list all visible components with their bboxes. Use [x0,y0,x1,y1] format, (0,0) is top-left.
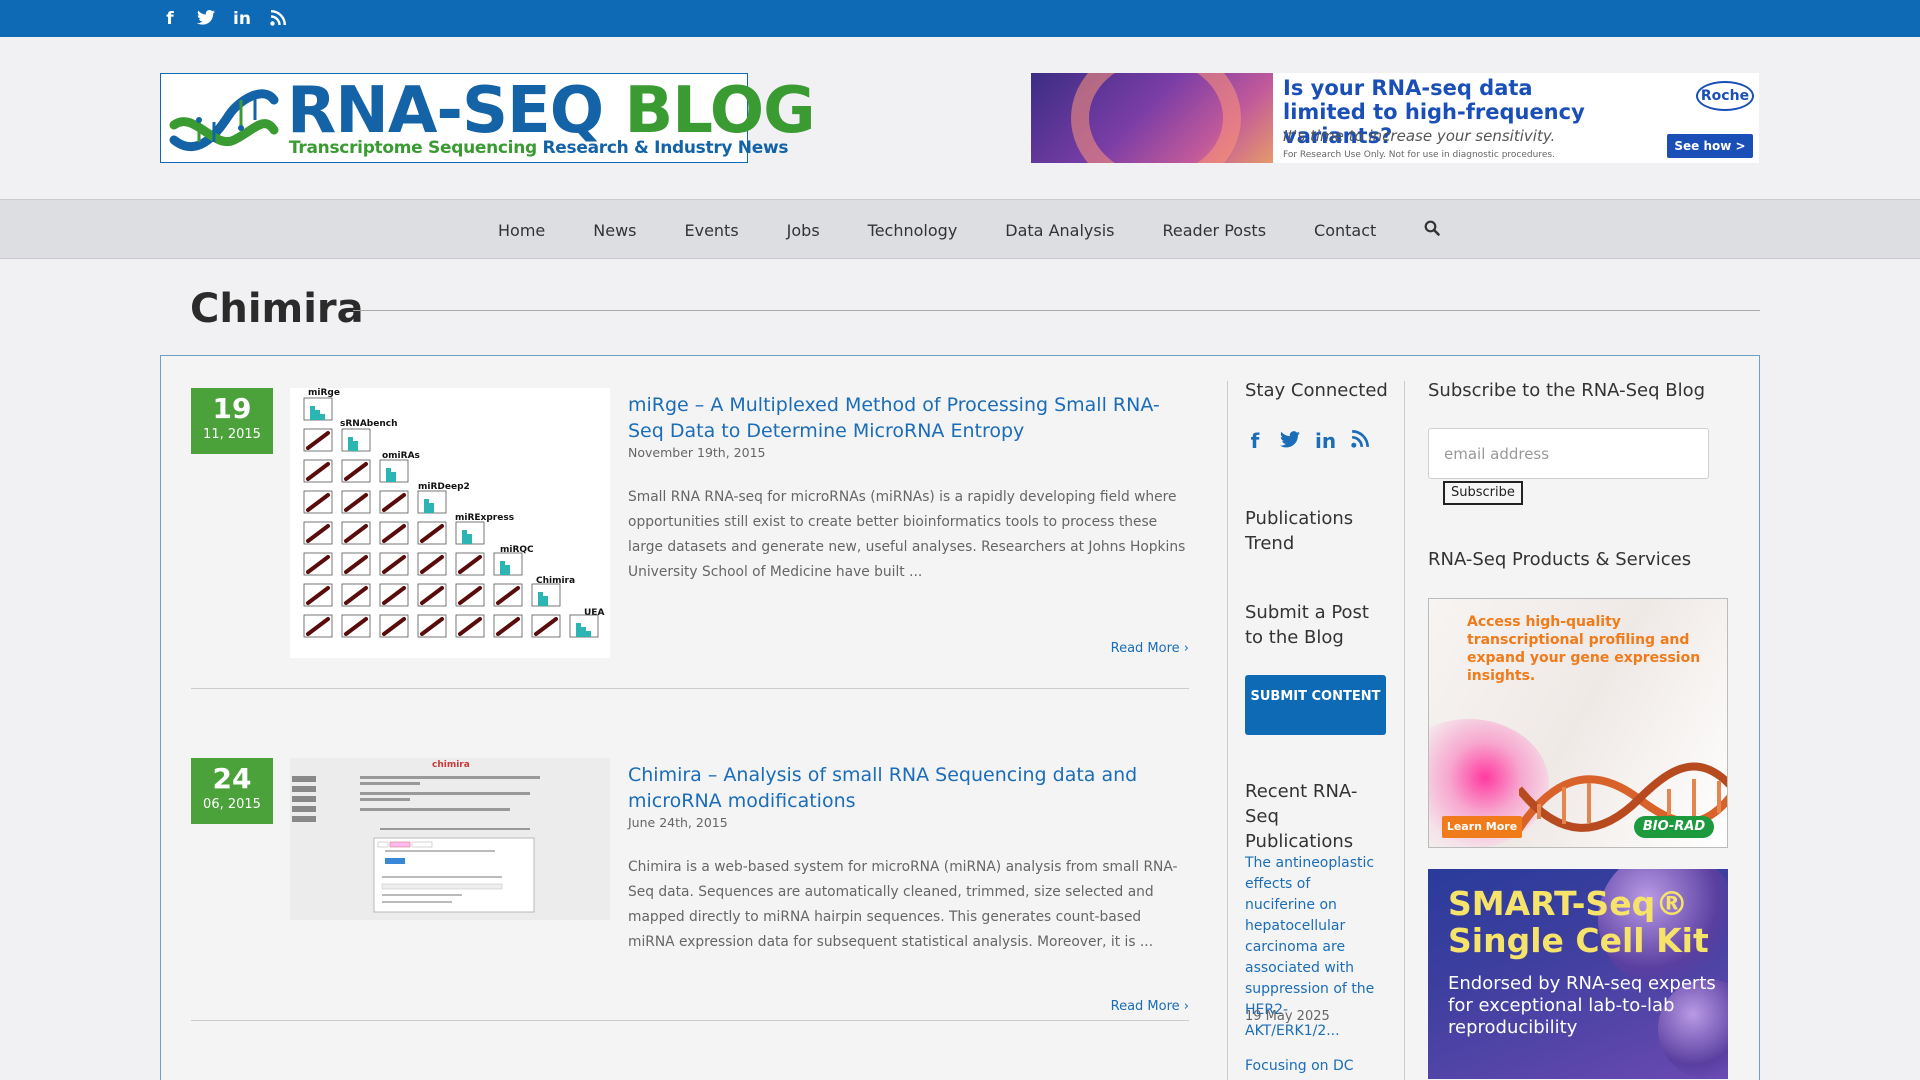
read-more-link[interactable]: Read More › [1111,999,1189,1014]
search-icon[interactable] [1424,220,1441,240]
ad-fine-print: For Research Use Only. Not for use in di… [1283,150,1555,160]
svg-text:chimira: chimira [432,760,470,770]
mirge-correlation-plot: miRge sRNAbench omiRAs miRDeep2 miRExpre… [290,388,610,658]
post-thumbnail[interactable]: chimira [290,758,610,920]
bio-rad-ad[interactable]: Access high-quality transcriptional prof… [1428,598,1728,848]
products-heading: RNA-Seq Products & Services [1428,549,1692,570]
twitter-icon[interactable] [1280,429,1300,453]
sidebar-divider [1404,381,1405,1080]
nav-item-technology[interactable]: Technology [868,221,958,240]
svg-text:Chimira: Chimira [536,576,575,586]
bio-rad-ad-text: Access high-quality transcriptional prof… [1467,614,1701,684]
svg-text:sRNAbench: sRNAbench [340,419,397,429]
logo-subtitle: Transcriptome Sequencing Research & Indu… [289,138,789,158]
subscribe-heading: Subscribe to the RNA-Seq Blog [1428,380,1706,401]
linkedin-icon[interactable]: in [1315,429,1336,453]
publications-trend-heading[interactable]: Publications Trend [1245,506,1385,556]
roche-logo: Roche [1696,81,1754,111]
logo-subtitle-2: Research & Industry News [542,138,789,158]
sidebar-social-links: f in [1245,429,1370,453]
svg-text:UEA: UEA [584,608,604,618]
sidebar-divider [1227,381,1228,1080]
nav-item-news[interactable]: News [593,221,636,240]
chimira-screenshot: chimira [290,758,610,920]
bio-rad-logo: BIO-RAD [1634,816,1714,838]
stay-connected-heading: Stay Connected [1245,380,1388,401]
read-more-link[interactable]: Read More › [1111,641,1189,656]
post-item: 24 06, 2015 chimira Chimira – Analysis o… [191,758,1189,1021]
post-divider [191,688,1189,689]
main-content: 19 11, 2015 miRge sRNAbench omiRAs miRDe… [160,355,1760,1080]
nav-item-data-analysis[interactable]: Data Analysis [1005,221,1114,240]
title-divider [353,310,1760,311]
smart-seq-subtitle: Endorsed by RNA-seq experts for exceptio… [1448,973,1716,1038]
facebook-icon[interactable]: f [160,10,180,30]
top-bar: f in [0,0,1920,37]
svg-text:miRge: miRge [308,388,340,398]
smart-seq-ad[interactable]: SMART-Seq® Single Cell Kit Endorsed by R… [1428,869,1728,1079]
email-field[interactable] [1428,428,1709,479]
nav-item-jobs[interactable]: Jobs [787,221,820,240]
post-date-badge: 19 11, 2015 [191,388,273,454]
logo-subtitle-1: Transcriptome Sequencing [289,138,537,158]
submit-content-button[interactable]: SUBMIT CONTENT [1245,675,1386,735]
logo-title-rna: RNA-SEQ [287,74,604,148]
post-date-day: 19 [212,392,252,425]
post-date-month-year: 11, 2015 [203,427,261,442]
ad-banner-image [1031,73,1273,163]
rss-icon[interactable] [268,10,288,30]
submit-post-heading: Submit a Post to the Blog [1245,602,1369,648]
post-excerpt: Small RNA RNA-seq for microRNAs (miRNAs)… [628,489,1186,580]
post-date-badge: 24 06, 2015 [191,758,273,824]
post-excerpt: Chimira is a web-based system for microR… [628,859,1178,950]
post-item: 19 11, 2015 miRge sRNAbench omiRAs miRDe… [191,388,1189,689]
facebook-icon[interactable]: f [1245,429,1265,453]
post-title-link[interactable]: Chimira – Analysis of small RNA Sequenci… [628,762,1188,814]
svg-text:miRDeep2: miRDeep2 [418,482,470,492]
see-how-button[interactable]: See how > [1667,134,1753,158]
page-title: Chimira [190,286,364,332]
learn-more-button[interactable]: Learn More [1442,816,1522,838]
post-date-month-year: 06, 2015 [203,797,261,812]
svg-text:omiRAs: omiRAs [382,451,420,461]
nav-item-contact[interactable]: Contact [1314,221,1376,240]
publication-link[interactable]: Focusing on DC cells [1245,1056,1385,1080]
chevron-right-icon: › [1183,999,1189,1014]
post-date-day: 24 [212,762,252,795]
svg-text:miRQC: miRQC [500,545,534,555]
rss-icon[interactable] [1350,429,1370,453]
smart-seq-title: SMART-Seq® Single Cell Kit [1448,884,1709,960]
dna-logo-icon [169,89,279,152]
svg-text:miRExpress: miRExpress [455,513,514,523]
twitter-icon[interactable] [196,10,216,30]
logo-title: RNA-SEQ BLOG [287,74,816,148]
site-logo[interactable]: RNA-SEQ BLOG Transcriptome Sequencing Re… [160,73,816,163]
chevron-right-icon: › [1183,641,1189,656]
nav-item-events[interactable]: Events [684,221,738,240]
post-title-link[interactable]: miRge – A Multiplexed Method of Processi… [628,392,1188,444]
read-more-label: Read More [1110,999,1180,1014]
post-date: November 19th, 2015 [628,445,766,460]
post-thumbnail[interactable]: miRge sRNAbench omiRAs miRDeep2 miRExpre… [290,388,610,658]
read-more-label: Read More [1110,641,1180,656]
top-social-links: f in [160,10,288,30]
recent-publications-heading: Recent RNA-Seq Publications [1245,781,1358,852]
ad-subline: It's time to increase your sensitivity. [1283,127,1556,145]
publication-date: 19 May 2025 [1245,1009,1330,1024]
logo-title-blog: BLOG [624,74,815,148]
nav-item-home[interactable]: Home [498,221,545,240]
post-date: June 24th, 2015 [628,815,728,830]
nav-item-reader-posts[interactable]: Reader Posts [1163,221,1267,240]
subscribe-button[interactable]: Subscribe [1443,481,1523,505]
post-divider [191,1020,1189,1021]
linkedin-icon[interactable]: in [232,10,252,30]
header-ad-banner[interactable]: Is your RNA-seq data limited to high-fre… [1031,73,1759,163]
main-nav: Home News Events Jobs Technology Data An… [0,199,1920,259]
